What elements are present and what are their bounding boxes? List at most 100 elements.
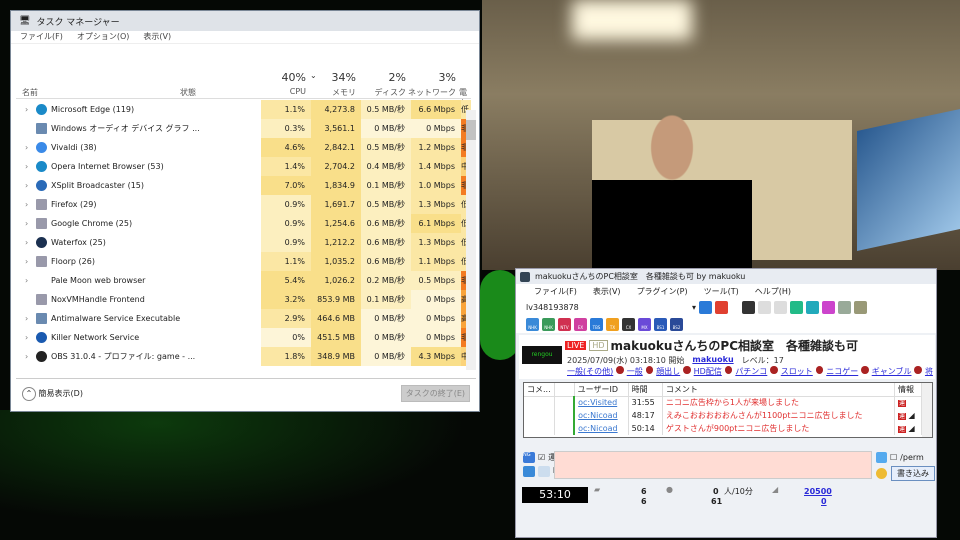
column-header[interactable] xyxy=(554,383,575,397)
user-id-link[interactable]: oc:Visited xyxy=(573,396,629,409)
menu-options[interactable]: オプション(O) xyxy=(77,31,130,43)
scrollbar[interactable] xyxy=(466,110,476,370)
users-icon[interactable] xyxy=(806,301,819,314)
process-row[interactable]: › Opera Internet Browser (53) 1.4% 2,704.2 … xyxy=(16,157,471,190)
emoji-icon[interactable] xyxy=(876,468,887,479)
channel-button[interactable]: MX xyxy=(638,318,651,331)
tag-link[interactable]: ニコゲー xyxy=(826,366,858,377)
expand-chevron-icon[interactable]: › xyxy=(25,176,28,195)
tag-remove-icon[interactable] xyxy=(683,366,691,374)
process-row[interactable]: Windows オーディオ デバイス グラフ ... 0.3%3,561.1 MB… xyxy=(16,119,471,152)
channel-button[interactable]: BS1 xyxy=(654,318,667,331)
comment-row[interactable]: oc:Nicoad 48:17 えみこおおおおおんさんが1100ptニコニ広告しまし… xyxy=(524,409,923,422)
tag-remove-icon[interactable] xyxy=(861,366,869,374)
channel-button[interactable]: NHK xyxy=(542,318,555,331)
owner-link[interactable]: makuoku xyxy=(692,355,733,366)
search-icon[interactable] xyxy=(822,301,835,314)
disconnect-icon[interactable] xyxy=(715,301,728,314)
process-row[interactable]: › Vivaldi (38) 4.6%2,842.1 MB0.5 MB/秒1.2 M… xyxy=(16,138,471,171)
plugin-icon[interactable] xyxy=(838,301,851,314)
column-memory[interactable]: メモリ xyxy=(332,87,356,98)
tag-link[interactable]: 顔出し xyxy=(656,366,680,377)
perm-checkbox[interactable]: ☐ xyxy=(890,453,897,462)
channel-button[interactable]: NTV xyxy=(558,318,571,331)
column-cpu[interactable]: CPU xyxy=(290,87,306,96)
fewer-details-button[interactable]: ⌃ 簡易表示(D) xyxy=(22,386,83,401)
process-row[interactable]: NoxVMHandle Frontend 3.2% 853.9 MB 0.1 MB/秒… xyxy=(16,290,471,309)
process-row[interactable]: › Waterfox (25) 0.9%1,212.2 MB0.6 MB/秒1.3 … xyxy=(16,233,471,266)
tag-remove-icon[interactable] xyxy=(645,366,654,374)
process-row[interactable]: › Pale Moon web browser 5.4%1,026.2 MB0.2 … xyxy=(16,271,471,304)
user-id-link[interactable]: oc:Nicoad xyxy=(573,409,629,422)
column-header[interactable]: 時間 xyxy=(628,383,663,397)
channel-button[interactable]: NHK xyxy=(526,318,539,331)
column-status[interactable]: 状態 xyxy=(180,87,196,98)
channel-button[interactable]: TX xyxy=(606,318,619,331)
channel-button[interactable]: EX xyxy=(574,318,587,331)
process-row[interactable]: › XSplit Broadcaster (15) 7.0%1,834.9 MB0.… xyxy=(16,176,471,209)
tag-link[interactable]: ギャンブル xyxy=(872,366,912,377)
list-icon[interactable] xyxy=(538,466,550,477)
tag-remove-icon[interactable] xyxy=(770,366,778,374)
comment-row[interactable]: oc:Nicoad 50:14 ゲストさんが900ptニコニ広告しました運 ◢ xyxy=(524,422,923,435)
process-row[interactable]: › Killer Network Service 0% 451.5 MB 0 MB/秒 0… xyxy=(16,328,471,347)
menu-view[interactable]: 表示(V) xyxy=(143,31,171,43)
menu-help[interactable]: ヘルプ(H) xyxy=(755,286,791,297)
user-id-link[interactable]: oc:Nicoad xyxy=(573,422,629,435)
menu-file[interactable]: ファイル(F) xyxy=(534,286,577,297)
channel-button[interactable]: CX xyxy=(622,318,635,331)
process-row[interactable]: › Antimalware Service Executable 2.9% 464.6… xyxy=(16,309,471,328)
menu-tools[interactable]: ツール(T) xyxy=(704,286,739,297)
process-row[interactable]: › Floorp (26) 1.1%1,035.2 MB0.6 MB/秒1.1 Mb… xyxy=(16,252,471,285)
ad-points-link[interactable]: 20500 xyxy=(804,487,832,496)
process-row[interactable]: › Google Chrome (25) 0.9%1,254.6 MB0.6 MB/… xyxy=(16,214,471,247)
eraser-icon[interactable] xyxy=(876,452,887,463)
connect-icon[interactable] xyxy=(699,301,712,314)
tag-link[interactable]: スロット xyxy=(781,366,813,377)
user-icon[interactable] xyxy=(790,301,803,314)
column-header[interactable]: 情報 xyxy=(894,383,923,397)
gift-link[interactable]: 0 xyxy=(821,497,827,506)
column-name[interactable]: 名前 xyxy=(22,87,38,98)
expand-chevron-icon[interactable]: › xyxy=(25,157,28,176)
column-network[interactable]: ネットワーク xyxy=(408,87,456,98)
expand-chevron-icon[interactable]: › xyxy=(25,138,28,157)
tag-remove-icon[interactable] xyxy=(616,366,624,374)
unei-checkbox[interactable]: ☑ xyxy=(538,453,545,462)
process-row[interactable]: › Firefox (29) 0.9%1,691.7 MB0.5 MB/秒1.3 M… xyxy=(16,195,471,228)
process-row[interactable]: › OBS 31.0.4 - プロファイル: game - ... 1.8% 348.… xyxy=(16,347,471,366)
comment-row[interactable]: oc:Visited 31:55 ニコニ広告枠から1人が来場しました運 xyxy=(524,396,923,409)
column-header[interactable]: ユーザーID xyxy=(574,383,629,397)
process-row[interactable]: › Microsoft Edge (119) 1.1%4,273.8 MB0.5 M… xyxy=(16,100,471,133)
expand-chevron-icon[interactable]: › xyxy=(25,309,28,328)
ng-icon[interactable]: NG xyxy=(523,452,535,463)
tag-link[interactable]: 一般(その他) xyxy=(567,366,613,377)
tag-link[interactable]: HD配信 xyxy=(694,366,722,377)
channel-button[interactable]: TBS xyxy=(590,318,603,331)
tag-remove-icon[interactable] xyxy=(815,366,824,374)
column-header[interactable]: コメ... xyxy=(524,383,555,397)
dropdown-icon[interactable]: ▾ xyxy=(692,303,696,312)
expand-chevron-icon[interactable]: › xyxy=(25,233,28,252)
column-header[interactable]: コメント xyxy=(662,383,895,397)
live-id-input[interactable]: lv348193878 ▾ xyxy=(526,303,696,312)
expand-chevron-icon[interactable]: › xyxy=(25,195,28,214)
refresh-icon[interactable] xyxy=(742,301,755,314)
expand-chevron-icon[interactable]: › xyxy=(25,214,28,233)
mail-icon[interactable] xyxy=(523,466,535,477)
menu-file[interactable]: ファイル(F) xyxy=(20,31,63,43)
comment-input[interactable] xyxy=(554,451,872,479)
menu-plugin[interactable]: プラグイン(P) xyxy=(637,286,688,297)
expand-chevron-icon[interactable]: › xyxy=(25,252,28,271)
tag-link[interactable]: 将 xyxy=(925,366,933,377)
column-disk[interactable]: ディスク xyxy=(375,87,406,98)
expand-chevron-icon[interactable]: › xyxy=(25,100,28,119)
comment-scrollbar[interactable] xyxy=(922,383,932,437)
channel-button[interactable]: BS2 xyxy=(670,318,683,331)
expand-chevron-icon[interactable]: › xyxy=(25,328,28,347)
end-task-button[interactable]: タスクの終了(E) xyxy=(400,385,470,402)
post-button[interactable]: 書き込み xyxy=(891,466,935,481)
tag-remove-icon[interactable] xyxy=(914,366,922,374)
tag-link[interactable]: 一般 xyxy=(627,366,643,377)
tag-link[interactable]: パチンコ xyxy=(735,366,767,377)
